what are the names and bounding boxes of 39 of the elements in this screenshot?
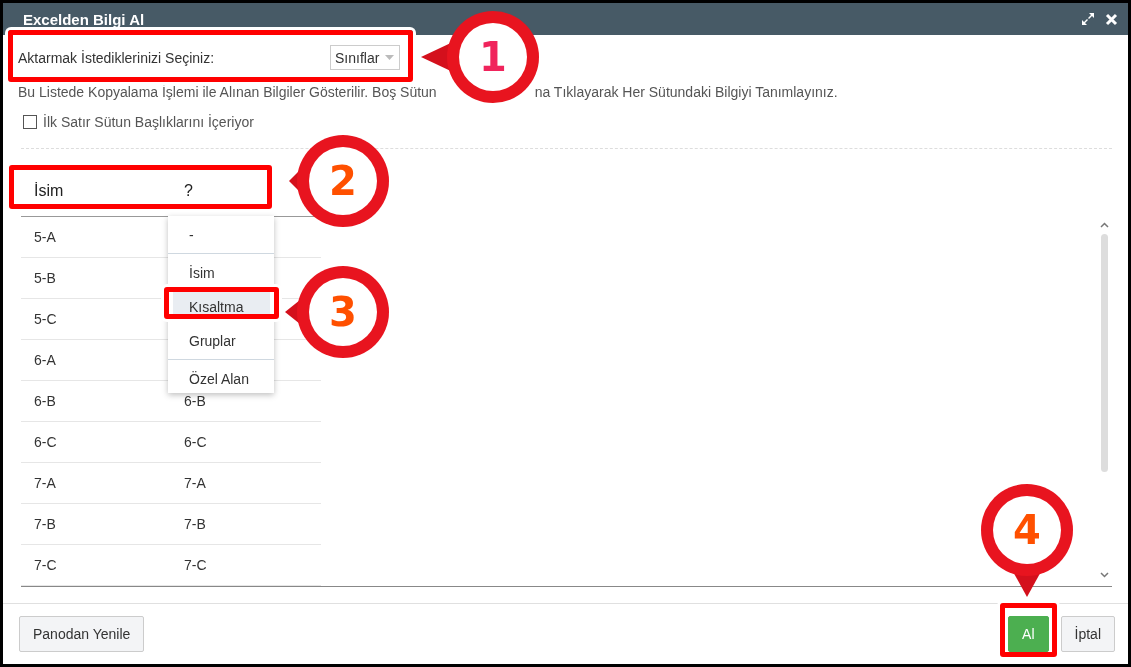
field-label: Aktarmak İstediklerinizi Seçiniz: <box>18 49 216 66</box>
source-dropdown[interactable]: Sınıflar <box>330 45 401 70</box>
callout-number: 4 <box>1013 507 1041 553</box>
table-cell-text: 5-A <box>33 229 57 245</box>
instruction-text: Bu Listede Kopyalama İşlemi ile Alınan Bilgiler Gösterilir. Boş Sütun <box>18 84 437 100</box>
menu-item[interactable]: Özel Alan <box>173 364 270 393</box>
table-cell-text: 5-C <box>33 311 58 327</box>
highlight-frame <box>1000 603 1057 657</box>
callout-number: 2 <box>329 158 357 204</box>
instruction-text: na Tıklayarak Her Sütundaki Bilgiyi Tanımlayınız. <box>534 84 838 100</box>
table-cell-text: 7-B <box>183 516 207 532</box>
table-cell-text: 6-B <box>183 393 207 409</box>
checkbox-label: İlk Satır Sütun Başlıklarını İçeriyor <box>43 114 254 130</box>
table-cell-text: 7-A <box>33 475 57 491</box>
table-cell-text: 7-C <box>33 557 58 573</box>
scrollbar-thumb[interactable] <box>1101 234 1108 472</box>
scroll-up-icon[interactable] <box>1100 222 1109 228</box>
expand-icon[interactable] <box>1081 12 1095 26</box>
window-title: Excelden Bilgi Al <box>23 10 146 28</box>
scroll-down-icon[interactable] <box>1100 572 1109 578</box>
column-header[interactable]: ? <box>184 181 193 200</box>
table-cell-text: 5-B <box>33 270 57 286</box>
menu-item[interactable]: Gruplar <box>173 326 270 355</box>
callout-number: 3 <box>329 289 357 335</box>
table-cell-text: 6-B <box>33 393 57 409</box>
table-cell-text: 6-C <box>183 434 208 450</box>
column-header[interactable]: İsim <box>21 181 171 200</box>
table-cell-text: 6-A <box>33 352 57 368</box>
table-cell-text: 7-B <box>33 516 57 532</box>
close-icon[interactable] <box>1105 12 1118 26</box>
callout-number: 1 <box>479 34 507 80</box>
button[interactable]: İptal <box>1060 616 1115 652</box>
button[interactable]: Panodan Yenile <box>19 616 145 652</box>
menu-item[interactable]: - <box>173 220 270 249</box>
table-cell-text: 7-C <box>183 557 208 573</box>
table-cell-text: 6-C <box>33 434 58 450</box>
table-cell-text: 7-A <box>183 475 207 491</box>
checkbox[interactable] <box>23 115 37 129</box>
menu-item[interactable]: İsim <box>173 258 270 287</box>
